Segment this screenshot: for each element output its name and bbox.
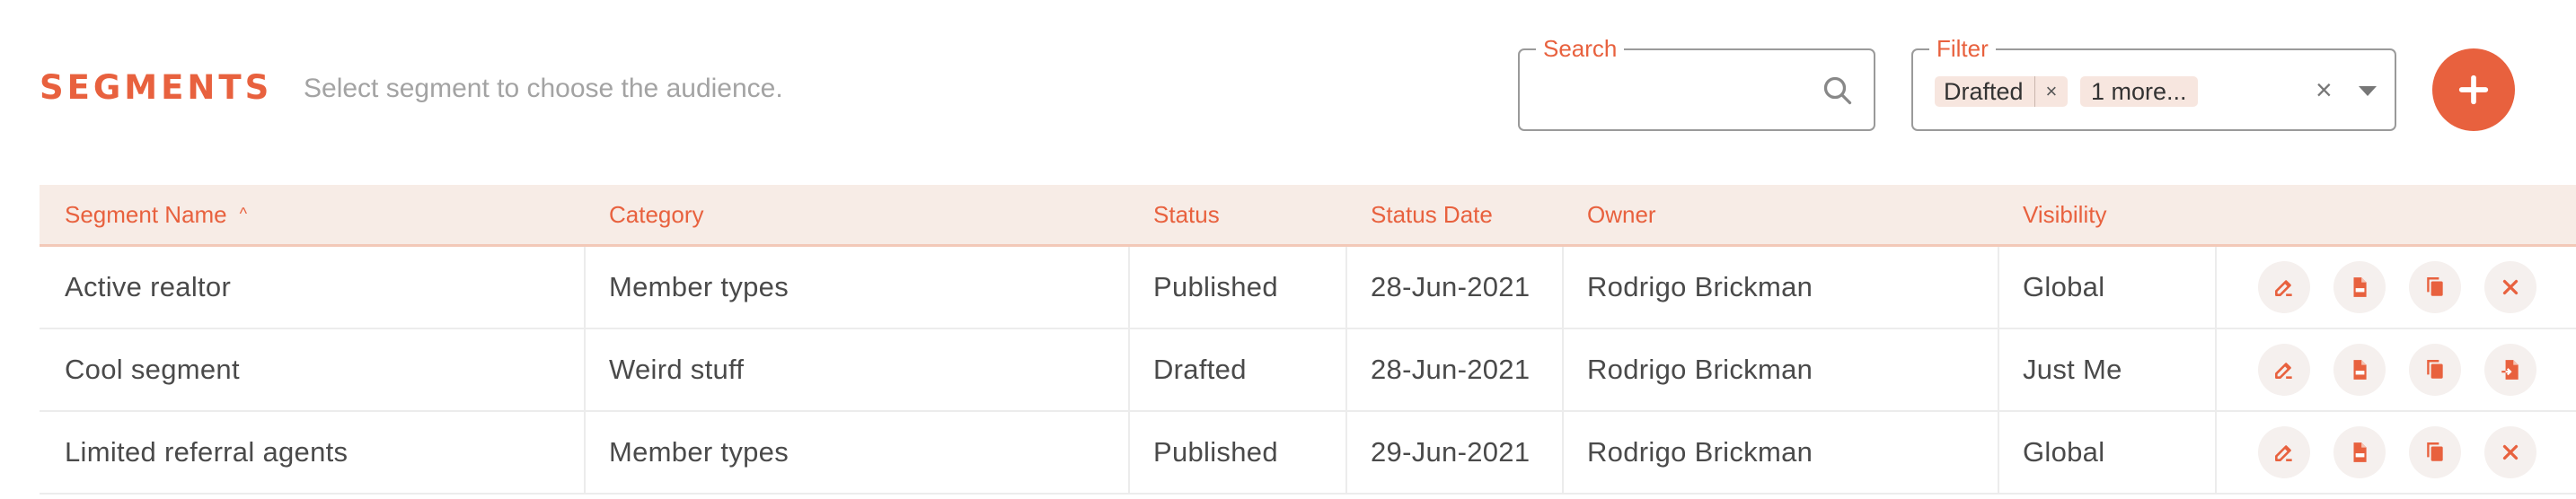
filter-chip-more[interactable]: 1 more... [2080,76,2198,107]
copy-button[interactable] [2409,426,2461,478]
cell-status-date: 29-Jun-2021 [1371,436,1531,468]
column-divider [2215,247,2217,328]
filter-label: Filter [1929,35,1996,62]
column-divider [1345,247,1347,328]
chevron-down-icon[interactable] [2359,86,2377,96]
column-divider [584,412,586,493]
edit-button[interactable] [2258,426,2310,478]
column-divider [1562,329,1564,410]
cell-status: Drafted [1153,354,1247,385]
column-header-status[interactable]: Status [1153,185,1220,244]
edit-icon [2275,280,2292,296]
clear-filter-icon[interactable]: × [2316,74,2333,105]
column-header-owner[interactable]: Owner [1587,185,1656,244]
cell-visibility: Global [2023,271,2105,302]
cell-status-date: 28-Jun-2021 [1371,354,1531,385]
sort-ascending-icon[interactable]: ^ [240,184,247,243]
filter-select[interactable]: Filter Drafted × 1 more... × [1911,35,2396,131]
page-subtitle: Select segment to choose the audience. [304,74,783,103]
column-divider [1998,412,1999,493]
copy-icon [2427,360,2443,379]
cell-owner: Rodrigo Brickman [1587,271,1813,302]
file-export-icon [2501,360,2519,380]
cell-owner: Rodrigo Brickman [1587,436,1813,468]
cell-status: Published [1153,271,1278,302]
copy-button[interactable] [2409,261,2461,313]
table-body: Active realtor Member types Published 28-Ju… [40,247,2576,495]
row-actions [2258,247,2536,328]
column-divider [1562,247,1564,328]
search-label: Search [1536,35,1625,62]
table-header: Segment Name ^ Category Status Status Dat… [40,185,2576,247]
cell-category: Member types [609,436,789,468]
column-divider [1998,247,1999,328]
delete-button[interactable] [2484,426,2536,478]
edit-button[interactable] [2258,261,2310,313]
column-header-category[interactable]: Category [609,185,704,244]
file-export-button[interactable] [2484,344,2536,396]
cell-segment-name: Active realtor [65,271,232,302]
add-segment-button[interactable] [2432,48,2515,131]
column-header-status-date[interactable]: Status Date [1371,185,1493,244]
row-actions [2258,412,2536,493]
cell-visibility: Just Me [2023,354,2122,385]
csv-file-icon [2353,442,2367,462]
column-header-segment-name[interactable]: Segment Name ^ [65,185,247,244]
copy-button[interactable] [2409,344,2461,396]
column-divider [1128,412,1130,493]
csv-file-button[interactable] [2333,344,2386,396]
segments-table: Segment Name ^ Category Status Status Dat… [40,185,2576,495]
search-icon[interactable] [1822,74,1854,107]
column-header-label: Segment Name [65,201,227,228]
column-header-visibility[interactable]: Visibility [2023,185,2106,244]
csv-file-icon [2353,360,2367,380]
filter-chip-label: Drafted [1944,77,2024,105]
column-divider [1562,412,1564,493]
copy-icon [2427,277,2443,296]
row-actions [2258,329,2536,410]
column-divider [2215,329,2217,410]
table-row[interactable]: Cool segment Weird stuff Drafted 28-Jun-202… [40,329,2576,412]
column-divider [1345,412,1347,493]
column-divider [1345,329,1347,410]
edit-icon [2275,445,2292,461]
cell-segment-name: Limited referral agents [65,436,348,468]
edit-button[interactable] [2258,344,2310,396]
column-divider [1128,329,1130,410]
column-divider [1998,329,1999,410]
csv-file-icon [2353,277,2367,297]
cell-category: Member types [609,271,789,302]
column-divider [2215,412,2217,493]
csv-file-button[interactable] [2333,261,2386,313]
chip-remove-icon[interactable]: × [2033,76,2069,107]
filter-chip-drafted: Drafted × [1935,76,2069,107]
delete-button[interactable] [2484,261,2536,313]
table-row[interactable]: Active realtor Member types Published 28-Ju… [40,247,2576,329]
cell-owner: Rodrigo Brickman [1587,354,1813,385]
delete-icon [2502,279,2519,295]
table-row[interactable]: Limited referral agents Member types Publi… [40,412,2576,495]
cell-status: Published [1153,436,1278,468]
csv-file-button[interactable] [2333,426,2386,478]
cell-segment-name: Cool segment [65,354,240,385]
column-divider [1128,247,1130,328]
column-divider [584,247,586,328]
column-divider [584,329,586,410]
cell-category: Weird stuff [609,354,745,385]
page-title: SEGMENTS [40,68,273,107]
plus-icon [2458,74,2489,105]
edit-icon [2275,363,2292,379]
cell-status-date: 28-Jun-2021 [1371,271,1531,302]
delete-icon [2502,444,2519,460]
copy-icon [2427,442,2443,461]
search-input[interactable]: Search [1518,35,1875,131]
cell-visibility: Global [2023,436,2105,468]
